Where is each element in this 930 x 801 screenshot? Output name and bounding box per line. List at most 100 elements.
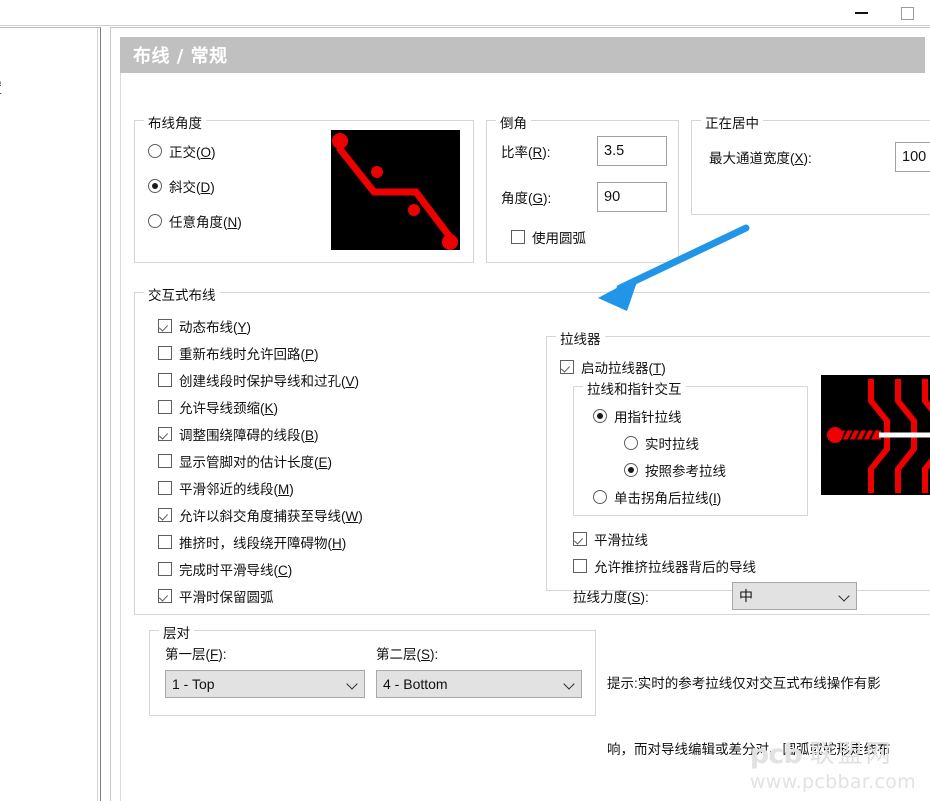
watermark-logo: pcb <box>749 739 803 770</box>
watermark-top: pcb 联盟网 <box>750 741 916 768</box>
radio-pull-after-corner-click-label: 单击拐角后拉线(I) <box>614 491 722 506</box>
max-channel-width-input[interactable]: 100 <box>895 142 930 172</box>
group-pull-pointer-interaction: 拉线和指针交互 用指针拉线 实时拉线 按照参考拉线 单击拐角后拉线(I) <box>573 378 808 516</box>
checkbox-allow-loops[interactable]: 重新布线时允许回路(P) <box>158 343 319 363</box>
checkbox-protect-tracks-vias-label: 创建线段时保护导线和过孔(V) <box>179 374 360 389</box>
routing-angle-preview <box>331 130 460 250</box>
checkbox-allow-necking[interactable]: 允许导线颈缩(K) <box>158 397 278 417</box>
radio-diagonal-label: 斜交(D) <box>169 180 215 195</box>
second-layer-value: 4 - Bottom <box>383 676 448 692</box>
app-root: 置 布线 / 常规 布线角度 正交(O) 斜交(D) 任意角 <box>0 0 930 801</box>
checkbox-smooth-adjacent[interactable]: 平滑邻近的线段(M) <box>158 478 294 498</box>
radio-realtime-pull-label: 实时拉线 <box>645 437 699 452</box>
checkbox-icon-protect-tracks-vias <box>158 373 172 387</box>
first-layer-value: 1 - Top <box>172 676 215 692</box>
chamfer-ratio-row: 比率(R): <box>501 141 551 161</box>
checkbox-adjust-around-obstacles-label: 调整围绕障碍的线段(B) <box>179 428 319 443</box>
radio-icon-realtime-pull <box>624 436 638 450</box>
pull-strength-select[interactable]: 中 <box>732 582 857 610</box>
radio-pull-after-corner-click[interactable]: 单击拐角后拉线(I) <box>593 487 721 507</box>
pull-strength-value: 中 <box>739 588 753 604</box>
group-centering: 正在居中 最大通道宽度(X): 100 <box>691 112 930 215</box>
group-layer-pair: 层对 第一层(F): 1 - Top 第二层(S): 4 - Bottom <box>149 622 596 716</box>
panel-header: 布线 / 常规 <box>120 37 925 73</box>
group-interactive-routing: 交互式布线 动态布线(Y) 重新布线时允许回路(P) 创建线段时保护导线和过孔(… <box>134 284 930 615</box>
routing-general-panel: 布线 / 常规 布线角度 正交(O) 斜交(D) 任意角度(N) 倒角 比率(R… <box>110 27 930 801</box>
checkbox-icon-use-arc <box>511 230 525 244</box>
second-layer-select[interactable]: 4 - Bottom <box>376 670 582 698</box>
checkbox-use-arc[interactable]: 使用圆弧 <box>511 227 586 247</box>
group-chamfer-legend: 倒角 <box>496 112 531 132</box>
hint-line-1: 提示:实时的参考拉线仅对交互式布线操作有影 <box>607 676 881 691</box>
checkbox-icon-show-estimated-length <box>158 454 172 468</box>
watermark-site-name: 联盟网 <box>809 740 894 768</box>
checkbox-show-estimated-length-label: 显示管脚对的估计长度(E) <box>179 455 333 470</box>
checkbox-push-around-obstacles[interactable]: 推挤时，线段绕开障碍物(H) <box>158 532 346 552</box>
puller-trace-svg <box>827 379 930 493</box>
radio-diagonal[interactable]: 斜交(D) <box>148 176 215 196</box>
group-centering-legend: 正在居中 <box>701 112 763 132</box>
pull-strength-row: 拉线力度(S): <box>573 586 649 606</box>
radio-pull-with-pointer[interactable]: 用指针拉线 <box>593 406 682 426</box>
window-maximize-button[interactable] <box>884 0 930 26</box>
second-layer-label: 第二层(S): <box>376 647 439 662</box>
group-pull-pointer-interaction-legend: 拉线和指针交互 <box>583 378 686 398</box>
titlebar-divider <box>0 25 930 26</box>
group-routing-angle: 布线角度 正交(O) 斜交(D) 任意角度(N) <box>134 112 474 263</box>
checkbox-enable-puller[interactable]: 启动拉线器(T) <box>560 357 666 377</box>
radio-orthogonal-label: 正交(O) <box>169 145 216 160</box>
first-layer-label-row: 第一层(F): <box>165 643 227 663</box>
checkbox-smooth-on-finish-label: 完成时平滑导线(C) <box>179 563 293 578</box>
checkbox-smooth-on-finish[interactable]: 完成时平滑导线(C) <box>158 559 292 579</box>
checkbox-dynamic-routing-label: 动态布线(Y) <box>179 320 252 335</box>
max-channel-width-row: 最大通道宽度(X): <box>709 147 812 167</box>
checkbox-smooth-pull[interactable]: 平滑拉线 <box>573 529 648 549</box>
chevron-down-icon <box>839 591 850 602</box>
checkbox-icon-push-around-obstacles <box>158 535 172 549</box>
radio-icon-reference-pull <box>624 463 638 477</box>
window-minimize-button[interactable] <box>838 0 884 26</box>
max-channel-width-label: 最大通道宽度(X): <box>709 151 812 166</box>
checkbox-protect-tracks-vias[interactable]: 创建线段时保护导线和过孔(V) <box>158 370 359 390</box>
radio-icon-diagonal <box>148 179 162 193</box>
puller-preview <box>821 375 930 495</box>
radio-any-angle-label: 任意角度(N) <box>169 215 242 230</box>
minimize-icon <box>854 12 868 14</box>
checkbox-icon-dynamic-routing <box>158 319 172 333</box>
radio-realtime-pull[interactable]: 实时拉线 <box>624 433 699 453</box>
checkbox-snap-diagonal[interactable]: 允许以斜交角度捕获至导线(W) <box>158 505 363 525</box>
checkbox-icon-snap-diagonal <box>158 508 172 522</box>
checkbox-icon-enable-puller <box>560 360 574 374</box>
group-interactive-routing-legend: 交互式布线 <box>144 284 220 304</box>
checkbox-allow-push-behind-puller[interactable]: 允许推挤拉线器背后的导线 <box>573 556 756 576</box>
checkbox-keep-arcs-on-smooth[interactable]: 平滑时保留圆弧 <box>158 586 274 606</box>
radio-icon-any-angle <box>148 214 162 228</box>
radio-icon-pull-with-pointer <box>593 409 607 423</box>
radio-any-angle[interactable]: 任意角度(N) <box>148 211 242 231</box>
sidebar-item-partial[interactable]: 置 <box>0 78 2 98</box>
checkbox-keep-arcs-on-smooth-label: 平滑时保留圆弧 <box>179 590 274 605</box>
first-layer-select[interactable]: 1 - Top <box>165 670 365 698</box>
first-layer-label: 第一层(F): <box>165 647 227 662</box>
chamfer-ratio-input[interactable]: 3.5 <box>597 136 667 166</box>
watermark-url: www.pcbbar.com <box>749 771 916 793</box>
pull-strength-label: 拉线力度(S): <box>573 590 649 605</box>
checkbox-adjust-around-obstacles[interactable]: 调整围绕障碍的线段(B) <box>158 424 319 444</box>
maximize-icon <box>900 6 914 20</box>
checkbox-icon-smooth-adjacent <box>158 481 172 495</box>
checkbox-icon-allow-push-behind-puller <box>573 559 587 573</box>
chamfer-ratio-value: 3.5 <box>604 143 625 159</box>
checkbox-icon-keep-arcs-on-smooth <box>158 589 172 603</box>
chamfer-angle-input[interactable]: 90 <box>597 182 667 212</box>
settings-tree-inner <box>0 28 98 801</box>
chevron-down-icon <box>347 679 358 690</box>
checkbox-allow-necking-label: 允许导线颈缩(K) <box>179 401 279 416</box>
checkbox-snap-diagonal-label: 允许以斜交角度捕获至导线(W) <box>179 509 363 524</box>
checkbox-show-estimated-length[interactable]: 显示管脚对的估计长度(E) <box>158 451 332 471</box>
radio-orthogonal[interactable]: 正交(O) <box>148 141 216 161</box>
group-chamfer: 倒角 比率(R): 3.5 角度(G): 90 使用圆弧 <box>486 112 679 263</box>
checkbox-icon-smooth-pull <box>573 532 587 546</box>
checkbox-push-around-obstacles-label: 推挤时，线段绕开障碍物(H) <box>179 536 347 551</box>
radio-reference-pull[interactable]: 按照参考拉线 <box>624 460 726 480</box>
checkbox-dynamic-routing[interactable]: 动态布线(Y) <box>158 316 251 336</box>
